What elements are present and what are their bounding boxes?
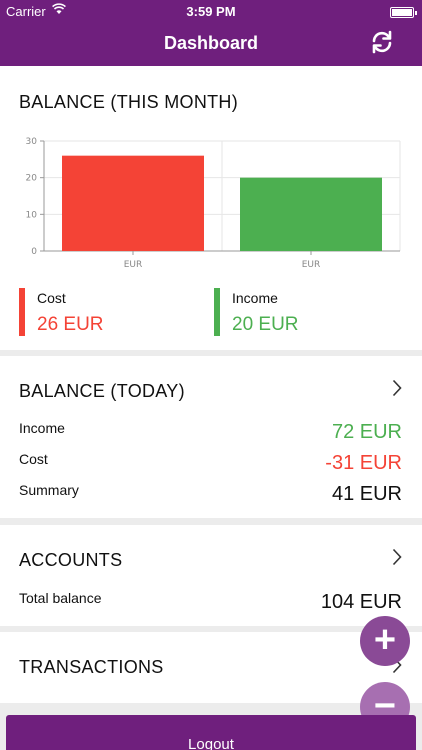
today-summary-value: 41 EUR	[331, 483, 402, 505]
legend-income-label: Income	[232, 290, 278, 306]
total-balance-value: 104 EUR	[320, 591, 402, 613]
page-title: Dashboard	[163, 33, 259, 53]
y-tick-label: 10	[26, 210, 38, 220]
legend-cost-swatch	[19, 288, 25, 336]
accounts-card[interactable]: ACCOUNTS Total balance 104 EUR	[0, 525, 422, 626]
legend-income-swatch	[214, 288, 220, 336]
balance-month-card: BALANCE (THIS MONTH) 0 10 20 30 EUR EUR Cost …	[0, 66, 422, 350]
add-button[interactable]: +	[360, 616, 410, 666]
x-tick-label: EUR	[124, 260, 143, 270]
status-time: 3:59 PM	[186, 4, 236, 19]
total-balance-label: Total balance	[19, 590, 102, 606]
status-bar: Carrier 3:59 PM	[0, 3, 422, 20]
bar	[240, 177, 382, 251]
logout-button[interactable]: Logout	[6, 715, 416, 750]
balance-today-title: BALANCE (TODAY)	[19, 381, 185, 401]
y-tick-label: 30	[26, 137, 38, 147]
x-tick-label: EUR	[302, 260, 321, 270]
battery-icon	[390, 7, 417, 18]
legend-cost-value: 26 EUR	[37, 314, 104, 335]
y-tick-label: 20	[26, 174, 38, 184]
balance-today-card[interactable]: BALANCE (TODAY) Income 72 EUR Cost -31 E…	[0, 356, 422, 518]
today-cost-value: -31 EUR	[325, 452, 402, 474]
today-cost-label: Cost	[19, 451, 48, 467]
refresh-icon[interactable]	[368, 28, 396, 56]
balance-month-title: BALANCE (THIS MONTH)	[19, 92, 239, 112]
chevron-right-icon[interactable]	[392, 548, 402, 572]
accounts-title: ACCOUNTS	[19, 550, 123, 570]
app-header: Carrier 3:59 PM Dashboard	[0, 0, 422, 66]
balance-month-chart: 0 10 20 30 EUR EUR	[26, 137, 401, 270]
bar	[62, 155, 204, 251]
legend-cost-label: Cost	[37, 290, 66, 306]
legend-income-value: 20 EUR	[232, 314, 299, 335]
transactions-title: TRANSACTIONS	[19, 657, 164, 677]
today-summary-label: Summary	[19, 482, 79, 498]
today-income-value: 72 EUR	[331, 421, 402, 443]
today-income-label: Income	[19, 420, 65, 436]
chevron-right-icon[interactable]	[392, 379, 402, 403]
transactions-card[interactable]: TRANSACTIONS	[0, 632, 422, 703]
y-tick-label: 0	[31, 247, 37, 257]
